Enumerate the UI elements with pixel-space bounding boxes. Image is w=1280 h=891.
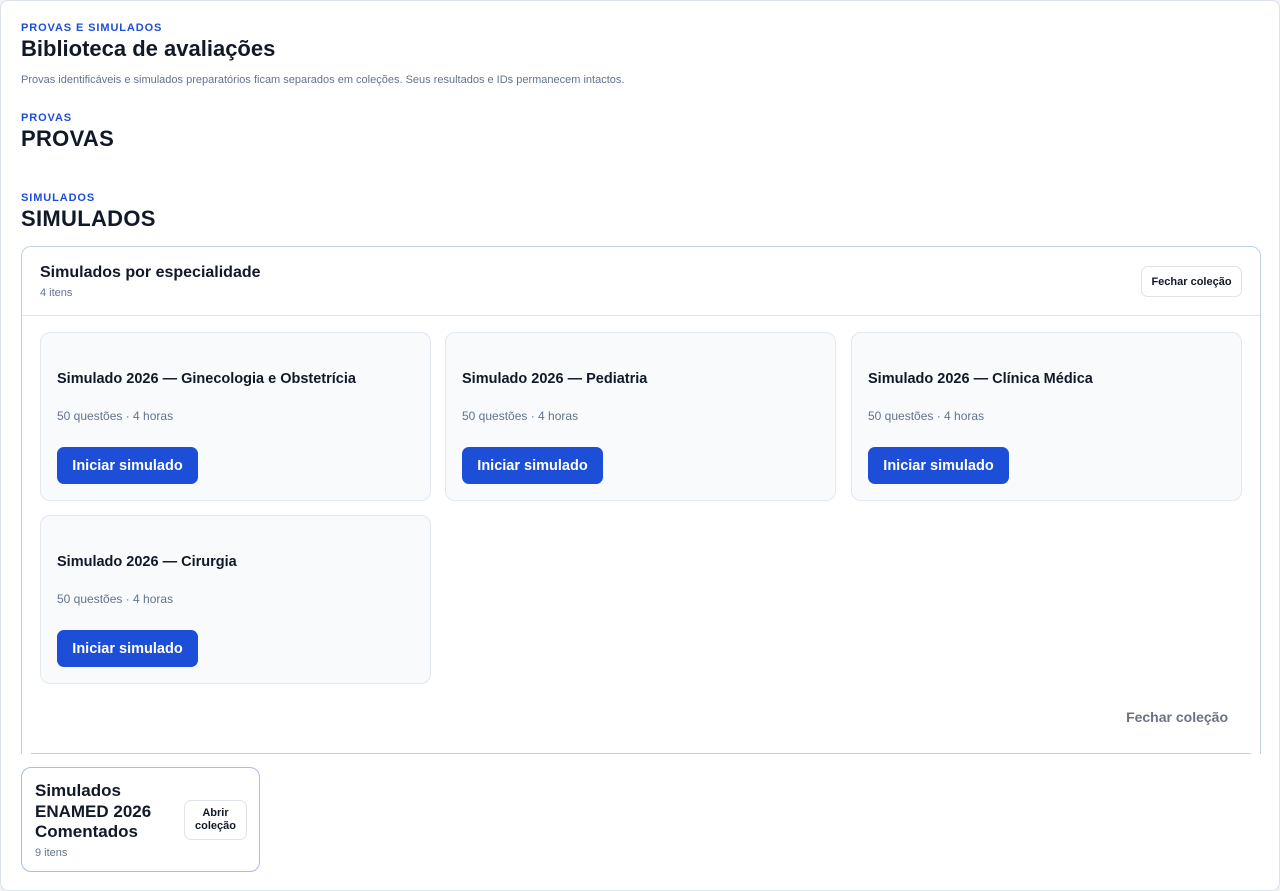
card-meta: 50 questões · 4 horas — [462, 409, 579, 423]
collection-title: Simulados por especialidade — [40, 264, 261, 281]
simulado-card: Simulado 2026 — Clínica Médica 50 questõ… — [851, 332, 1242, 501]
provas-title: PROVAS — [21, 126, 115, 151]
page-title: Biblioteca de avaliações — [21, 36, 276, 61]
collection-count: 4 itens — [40, 287, 73, 299]
card-meta: 50 questões · 4 horas — [57, 409, 174, 423]
page-header: PROVAS E SIMULADOS Biblioteca de avaliaç… — [21, 22, 624, 86]
simulado-card: Simulado 2026 — Cirurgia 50 questões · 4… — [40, 515, 431, 684]
start-simulado-button[interactable]: Iniciar simulado — [868, 447, 1009, 484]
simulado-card: Simulado 2026 — Ginecologia e Obstetríci… — [40, 332, 431, 501]
card-title: Simulado 2026 — Pediatria — [462, 371, 648, 387]
page-description: Provas identificáveis e simulados prepar… — [21, 74, 625, 86]
card-meta: 50 questões · 4 horas — [57, 592, 174, 606]
collection-enamed-comentados: Simulados ENAMED 2026 Comentados 9 itens… — [21, 767, 260, 872]
start-simulado-button[interactable]: Iniciar simulado — [462, 447, 603, 484]
simulados-title: SIMULADOS — [21, 206, 156, 231]
header-eyebrow: PROVAS E SIMULADOS — [21, 22, 163, 34]
card-title: Simulado 2026 — Clínica Médica — [868, 371, 1093, 387]
simulados-eyebrow: SIMULADOS — [21, 192, 96, 204]
start-simulado-button[interactable]: Iniciar simulado — [57, 630, 198, 667]
section-provas: PROVAS PROVAS — [21, 112, 114, 152]
collection-divider — [31, 753, 1251, 754]
open-collection-button[interactable]: Abrir coleção — [184, 800, 247, 840]
section-simulados: SIMULADOS SIMULADOS — [21, 192, 156, 232]
card-title: Simulado 2026 — Cirurgia — [57, 554, 237, 570]
page: PROVAS E SIMULADOS Biblioteca de avaliaç… — [0, 0, 1280, 891]
simulado-card: Simulado 2026 — Pediatria 50 questões · … — [445, 332, 836, 501]
card-title: Simulado 2026 — Ginecologia e Obstetríci… — [57, 371, 356, 387]
provas-eyebrow: PROVAS — [21, 112, 73, 124]
collection-header: Simulados por especialidade 4 itens Fech… — [22, 247, 1260, 316]
card-meta: 50 questões · 4 horas — [868, 409, 985, 423]
collection-simulados-especialidade: Simulados por especialidade 4 itens Fech… — [21, 246, 1261, 754]
close-collection-button[interactable]: Fechar coleção — [1141, 266, 1242, 297]
collection2-count: 9 itens — [35, 847, 68, 859]
close-collection-link[interactable]: Fechar coleção — [1126, 709, 1228, 725]
start-simulado-button[interactable]: Iniciar simulado — [57, 447, 198, 484]
collection2-title: Simulados ENAMED 2026 Comentados — [35, 781, 152, 841]
